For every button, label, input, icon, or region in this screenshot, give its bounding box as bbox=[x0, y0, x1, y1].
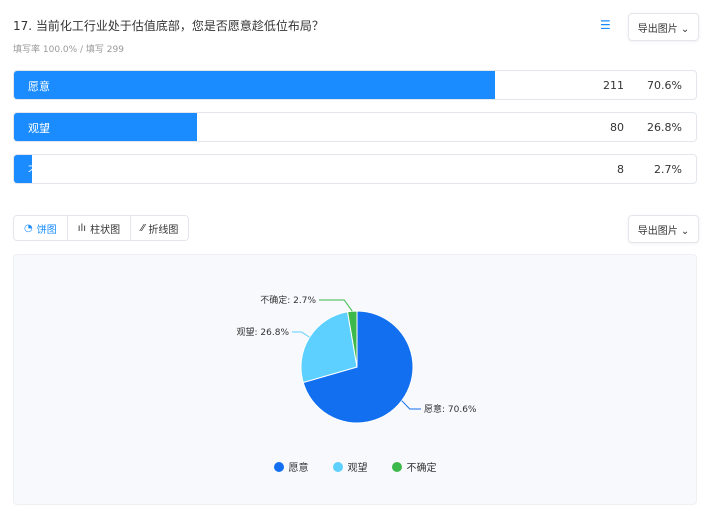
question-title: 17. 当前化工行业处于估值底部，您是否愿意趁低位布局？ bbox=[13, 19, 324, 33]
legend-label: 观望 bbox=[347, 463, 368, 474]
legend-label: 不确定 bbox=[406, 463, 437, 474]
option-label: 愿意 bbox=[28, 80, 50, 93]
export-image-button-2[interactable]: 导出图片 ⌄ bbox=[628, 215, 699, 243]
tab-label: 折线图 bbox=[148, 224, 179, 236]
legend-marker bbox=[273, 461, 284, 472]
option-percent: 26.8% bbox=[647, 121, 682, 134]
export-image-button[interactable]: 导出图片 ⌄ bbox=[628, 13, 699, 41]
tab-line[interactable]: ⁄⁄ 折线图 bbox=[131, 216, 188, 240]
export-label: 导出图片 ⌄ bbox=[637, 23, 690, 35]
option-percent: 70.6% bbox=[647, 79, 682, 92]
option-count: 80 bbox=[610, 121, 624, 134]
list-icon[interactable]: ☰ bbox=[600, 18, 611, 32]
slice-label: 愿意: 70.6% bbox=[424, 403, 477, 415]
option-percent: 2.7% bbox=[654, 163, 682, 176]
slice-label: 观望: 26.8% bbox=[237, 326, 290, 338]
chart-area: 愿意: 70.6% 观望: 26.8% 不确定: 2.7% 愿意 观望 不确定 bbox=[13, 254, 697, 505]
tab-pie[interactable]: ◔ 饼图 bbox=[14, 216, 68, 240]
option-row: 观望 80 26.8% bbox=[13, 112, 697, 142]
slice-label: 不确定: 2.7% bbox=[260, 294, 316, 306]
legend-marker bbox=[391, 461, 402, 472]
option-row: 不确定 8 2.7% bbox=[13, 154, 697, 184]
tab-label: 柱状图 bbox=[90, 224, 121, 236]
tab-label: 饼图 bbox=[36, 224, 57, 236]
label-line bbox=[292, 331, 310, 338]
legend-item[interactable]: 愿意 bbox=[273, 459, 309, 474]
tab-bar[interactable]: ılı 柱状图 bbox=[68, 216, 132, 240]
option-label: 观望 bbox=[28, 122, 50, 135]
label-line bbox=[319, 299, 353, 312]
export-label: 导出图片 ⌄ bbox=[637, 225, 690, 237]
legend-label: 愿意 bbox=[288, 463, 309, 474]
legend-item[interactable]: 不确定 bbox=[391, 459, 437, 474]
option-count: 8 bbox=[617, 163, 624, 176]
fill-rate: 填写率 100.0% / 填写 299 bbox=[13, 45, 124, 55]
legend-marker bbox=[332, 461, 343, 472]
chart-type-tabs: ◔ 饼图 ılı 柱状图 ⁄⁄ 折线图 bbox=[13, 215, 190, 241]
pie-icon: ◔ bbox=[24, 222, 33, 234]
label-line bbox=[401, 400, 421, 410]
option-label: 不确定 bbox=[28, 164, 61, 177]
option-row: 愿意 211 70.6% bbox=[13, 70, 697, 100]
line-icon: ⁄⁄ bbox=[141, 222, 145, 234]
legend: 愿意 观望 不确定 bbox=[14, 459, 696, 474]
bar-icon: ılı bbox=[77, 222, 87, 234]
option-count: 211 bbox=[603, 79, 624, 92]
legend-item[interactable]: 观望 bbox=[332, 459, 368, 474]
option-bar-fill bbox=[14, 71, 496, 99]
